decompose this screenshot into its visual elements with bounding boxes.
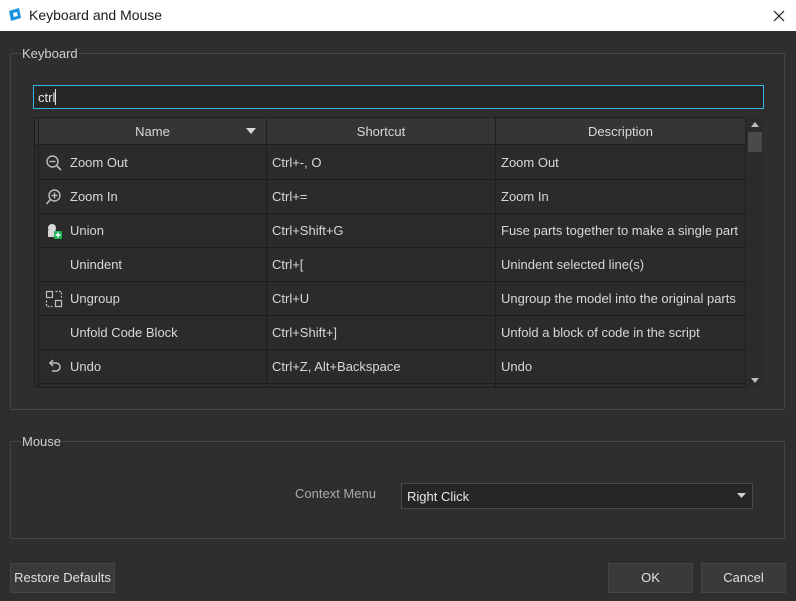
shortcuts-table: Name Shortcut Description Zoom Out Ctrl+… <box>34 117 763 388</box>
chevron-down-icon <box>737 493 746 498</box>
keyboard-group-title: Keyboard <box>21 46 79 61</box>
table-row[interactable] <box>38 384 746 387</box>
column-header-shortcut[interactable]: Shortcut <box>267 118 496 145</box>
restore-defaults-button[interactable]: Restore Defaults <box>10 563 115 593</box>
row-shortcut: Ctrl+Z, Alt+Backspace <box>267 350 496 384</box>
row-description: Undo <box>496 350 746 384</box>
undo-icon <box>48 359 61 372</box>
row-description: Unfold a block of code in the script <box>496 316 746 350</box>
table-scrollbar[interactable] <box>745 117 763 388</box>
row-description: Ungroup the model into the original part… <box>496 282 746 316</box>
scroll-down-icon[interactable] <box>749 374 761 386</box>
sort-down-icon <box>246 128 256 134</box>
row-name: Zoom In <box>70 189 118 204</box>
column-header-description[interactable]: Description <box>496 118 746 145</box>
column-header-name[interactable]: Name <box>38 118 267 145</box>
table-row[interactable]: Unindent Ctrl+[ Unindent selected line(s… <box>38 248 746 282</box>
title-bar: Keyboard and Mouse <box>0 0 796 31</box>
row-shortcut: Ctrl+Shift+G <box>267 214 496 248</box>
context-menu-label: Context Menu <box>295 486 376 501</box>
context-menu-select[interactable]: Right Click <box>401 483 753 509</box>
ungroup-icon <box>45 290 63 308</box>
mouse-group-title: Mouse <box>21 434 63 449</box>
row-name: Union <box>70 223 104 238</box>
zoom-out-icon <box>46 155 62 171</box>
table-row[interactable]: Union Ctrl+Shift+G Fuse parts together t… <box>38 214 746 248</box>
table-row[interactable]: Undo Ctrl+Z, Alt+Backspace Undo <box>38 350 746 384</box>
table-header: Name Shortcut Description <box>35 118 746 145</box>
table-row[interactable]: Zoom In Ctrl+= Zoom In <box>38 180 746 214</box>
row-shortcut: Ctrl+-, O <box>267 146 496 180</box>
row-shortcut: Ctrl+[ <box>267 248 496 282</box>
row-name: Zoom Out <box>70 155 128 170</box>
close-button[interactable] <box>762 0 796 31</box>
row-shortcut: Ctrl+Shift+] <box>267 316 496 350</box>
row-description: Zoom In <box>496 180 746 214</box>
table-row[interactable]: Zoom Out Ctrl+-, O Zoom Out <box>38 146 746 180</box>
scroll-up-icon[interactable] <box>749 119 761 131</box>
row-name: Ungroup <box>70 291 120 306</box>
table-row[interactable]: Ungroup Ctrl+U Ungroup the model into th… <box>38 282 746 316</box>
row-description: Unindent selected line(s) <box>496 248 746 282</box>
text-caret <box>55 89 56 105</box>
row-shortcut: Ctrl+U <box>267 282 496 316</box>
ok-button[interactable]: OK <box>608 563 693 593</box>
row-shortcut: Ctrl+= <box>267 180 496 214</box>
zoom-in-icon <box>45 189 61 205</box>
row-description: Fuse parts together to make a single par… <box>496 214 746 248</box>
close-icon <box>773 10 785 21</box>
studio-logo-icon <box>9 8 21 21</box>
row-name: Undo <box>70 359 102 374</box>
context-menu-value: Right Click <box>407 489 470 504</box>
scrollbar-thumb[interactable] <box>748 132 762 152</box>
search-input[interactable] <box>33 85 764 109</box>
union-icon <box>48 224 62 239</box>
row-name: Unfold Code Block <box>70 325 178 340</box>
window-title: Keyboard and Mouse <box>29 7 163 23</box>
row-description: Zoom Out <box>496 146 746 180</box>
row-name: Unindent <box>70 257 123 272</box>
cancel-button[interactable]: Cancel <box>701 563 786 593</box>
table-row[interactable]: Unfold Code Block Ctrl+Shift+] Unfold a … <box>38 316 746 350</box>
